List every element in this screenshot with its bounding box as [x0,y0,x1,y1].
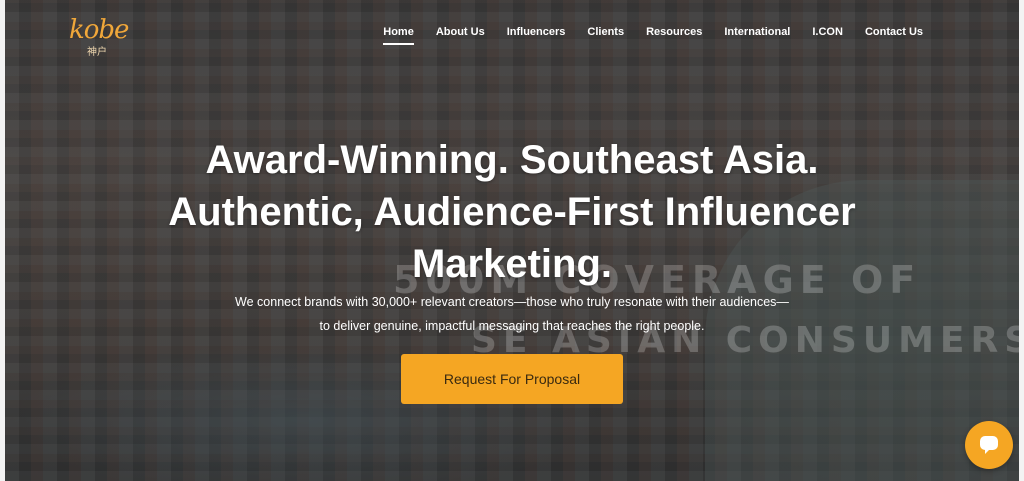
request-proposal-button[interactable]: Request For Proposal [401,354,623,404]
nav-item-clients[interactable]: Clients [587,26,624,45]
nav-item-icon[interactable]: I.CON [812,26,843,45]
chat-bubble-icon [980,436,998,454]
nav-item-about-us[interactable]: About Us [436,26,485,45]
hero-subtext: We connect brands with 30,000+ relevant … [5,290,1019,338]
nav-item-home[interactable]: Home [383,26,414,45]
nav-item-international[interactable]: International [724,26,790,45]
chat-widget-button[interactable] [965,421,1013,469]
brand-logo[interactable]: kobe 神户 [69,15,133,58]
hero-section: kobe 神户 Home About Us Influencers Client… [5,0,1019,481]
logo-subtext: 神户 [87,47,107,58]
headline-line: Award-Winning. Southeast Asia. [205,138,819,182]
main-nav: Home About Us Influencers Clients Resour… [383,26,923,45]
nav-item-contact-us[interactable]: Contact Us [865,26,923,45]
headline-line: Authentic, Audience-First Influencer [168,190,856,234]
nav-item-influencers[interactable]: Influencers [507,26,566,45]
subtext-line: to deliver genuine, impactful messaging … [319,319,705,333]
subtext-line: We connect brands with 30,000+ relevant … [235,295,789,309]
nav-item-resources[interactable]: Resources [646,26,702,45]
hero-headline: Award-Winning. Southeast Asia. Authentic… [5,134,1019,290]
headline-line: Marketing. [411,242,613,286]
logo-wordmark: kobe [69,15,129,45]
